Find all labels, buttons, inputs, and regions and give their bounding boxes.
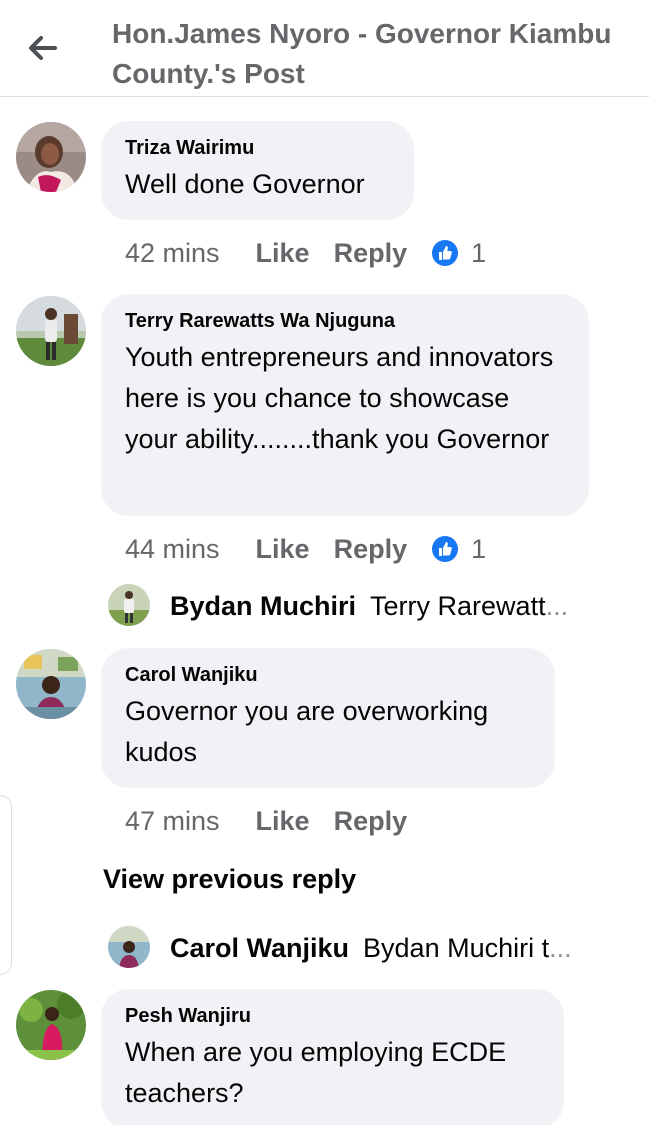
- reply-ellipsis: ...: [549, 932, 572, 963]
- page-title: Hon.James Nyoro - Governor Kiambu County…: [112, 18, 612, 89]
- comment-time[interactable]: 47 mins: [125, 806, 220, 837]
- reply-button[interactable]: Reply: [334, 238, 408, 269]
- reply-preview[interactable]: Bydan Muchiri Terry Rarewatt...: [108, 583, 568, 629]
- comment-bubble[interactable]: Carol Wanjiku Governor you are overworki…: [101, 648, 555, 788]
- comment-actions: 47 mins Like Reply: [125, 801, 431, 841]
- avatar-terry-rarewatts[interactable]: [16, 296, 86, 366]
- avatar-pesh-wanjiru[interactable]: [16, 990, 86, 1060]
- reply-author[interactable]: Carol Wanjiku: [170, 933, 349, 964]
- reply-button[interactable]: Reply: [334, 806, 408, 837]
- like-button[interactable]: Like: [256, 806, 310, 837]
- reply-button[interactable]: Reply: [334, 534, 408, 565]
- comment-author[interactable]: Triza Wairimu: [125, 135, 390, 161]
- comment-bubble[interactable]: Pesh Wanjiru When are you employing ECDE…: [101, 989, 564, 1125]
- like-reaction-icon[interactable]: [431, 535, 459, 563]
- comment-actions: 42 mins Like Reply 1: [125, 233, 486, 273]
- reaction-count[interactable]: 1: [471, 534, 486, 565]
- comment-actions: 44 mins Like Reply 1: [125, 529, 486, 569]
- comment-text: Youth entrepreneurs and innovators here …: [125, 342, 554, 454]
- side-panel-edge[interactable]: [0, 795, 12, 975]
- comment-time[interactable]: 44 mins: [125, 534, 220, 565]
- comment-text: Well done Governor: [125, 169, 365, 199]
- comment-bubble[interactable]: Terry Rarewatts Wa Njuguna Youth entrepr…: [101, 294, 589, 516]
- comment-text: When are you employing ECDE teachers?: [125, 1037, 507, 1108]
- reply-snippet: Bydan Muchiri t: [363, 932, 550, 963]
- comment-time[interactable]: 42 mins: [125, 238, 220, 269]
- like-button[interactable]: Like: [256, 534, 310, 565]
- avatar-triza-wairimu[interactable]: [16, 122, 86, 192]
- comment-author[interactable]: Carol Wanjiku: [125, 662, 531, 688]
- arrow-left-icon: [29, 36, 57, 60]
- avatar-carol-wanjiku[interactable]: [16, 649, 86, 719]
- comment-author[interactable]: Pesh Wanjiru: [125, 1003, 540, 1029]
- post-header: Hon.James Nyoro - Governor Kiambu County…: [0, 0, 649, 97]
- comment-author[interactable]: Terry Rarewatts Wa Njuguna: [125, 308, 565, 334]
- reply-preview[interactable]: Carol Wanjiku Bydan Muchiri t...: [108, 925, 572, 971]
- like-reaction-icon[interactable]: [431, 239, 459, 267]
- reply-author[interactable]: Bydan Muchiri: [170, 591, 356, 622]
- reaction-count[interactable]: 1: [471, 238, 486, 269]
- comment-bubble[interactable]: Triza Wairimu Well done Governor: [101, 121, 414, 220]
- comment-text: Governor you are overworking kudos: [125, 696, 489, 767]
- like-button[interactable]: Like: [256, 238, 310, 269]
- view-previous-reply-link[interactable]: View previous reply: [103, 864, 356, 895]
- reply-ellipsis: ...: [545, 590, 569, 621]
- reply-snippet: Terry Rarewatt: [370, 590, 546, 621]
- back-button[interactable]: [22, 28, 62, 68]
